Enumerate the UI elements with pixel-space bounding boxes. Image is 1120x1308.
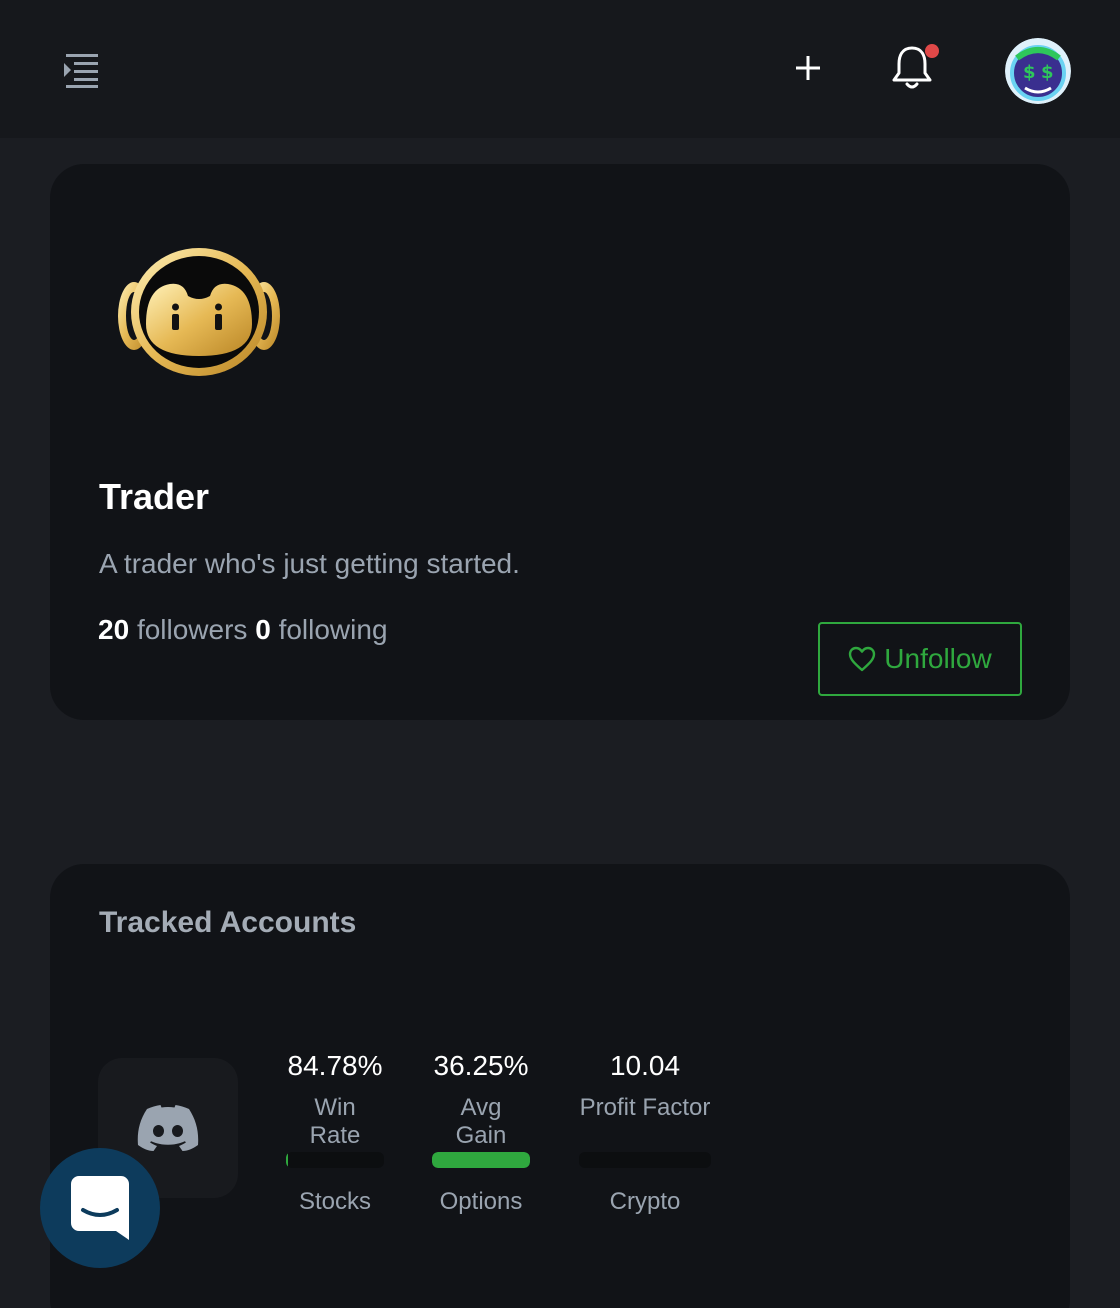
stat-progress-fill <box>286 1152 288 1168</box>
notifications-button[interactable] <box>888 42 939 92</box>
stat-value: 84.78% <box>287 1050 383 1081</box>
following-count: 0 <box>255 614 271 645</box>
tracked-accounts-card: Tracked Accounts 84.78% Win Rate Stocks … <box>50 864 1070 1308</box>
discord-icon <box>137 1105 199 1151</box>
heart-icon <box>849 646 876 672</box>
profile-avatar <box>112 244 286 380</box>
stat-progress-bar <box>579 1152 711 1168</box>
stat-category: Crypto <box>609 1188 681 1215</box>
unfollow-label: Unfollow <box>884 643 992 674</box>
stat-category: Options <box>439 1188 523 1215</box>
stat-column-crypto: 10.04 Profit Factor Crypto <box>579 864 711 1264</box>
stat-label: Profit Factor <box>579 1094 711 1121</box>
user-avatar[interactable]: $ $ <box>1005 38 1071 104</box>
notification-dot <box>925 44 939 58</box>
stat-column-options: 36.25% Avg Gain Options <box>432 864 530 1264</box>
stat-label: Avg Gain <box>455 1094 507 1149</box>
svg-text:$: $ <box>1023 62 1036 83</box>
stat-progress-fill <box>432 1152 530 1168</box>
chat-icon <box>71 1176 129 1240</box>
support-chat-button[interactable] <box>40 1148 160 1268</box>
following-label[interactable]: following <box>279 614 388 645</box>
stat-progress-bar <box>286 1152 384 1168</box>
follow-stats: 20 followers 0 following <box>98 614 388 646</box>
top-bar: $ $ <box>0 0 1120 138</box>
profile-card: Trader A trader who's just getting start… <box>50 164 1070 720</box>
unfollow-button[interactable]: Unfollow <box>818 622 1022 696</box>
followers-count: 20 <box>98 614 130 645</box>
stat-category: Stocks <box>298 1188 372 1215</box>
svg-text:$: $ <box>1041 62 1054 83</box>
stat-value: 36.25% <box>433 1050 529 1081</box>
stat-value: 10.04 <box>609 1050 681 1081</box>
stat-progress-bar <box>432 1152 530 1168</box>
stat-label: Win Rate <box>309 1094 361 1149</box>
profile-bio: A trader who's just getting started. <box>99 548 520 579</box>
profile-name: Trader <box>99 476 210 517</box>
stat-column-stocks: 84.78% Win Rate Stocks <box>286 864 384 1264</box>
plus-icon[interactable] <box>790 50 826 86</box>
indent-menu-icon[interactable] <box>60 52 100 90</box>
followers-label[interactable]: followers <box>137 614 247 645</box>
